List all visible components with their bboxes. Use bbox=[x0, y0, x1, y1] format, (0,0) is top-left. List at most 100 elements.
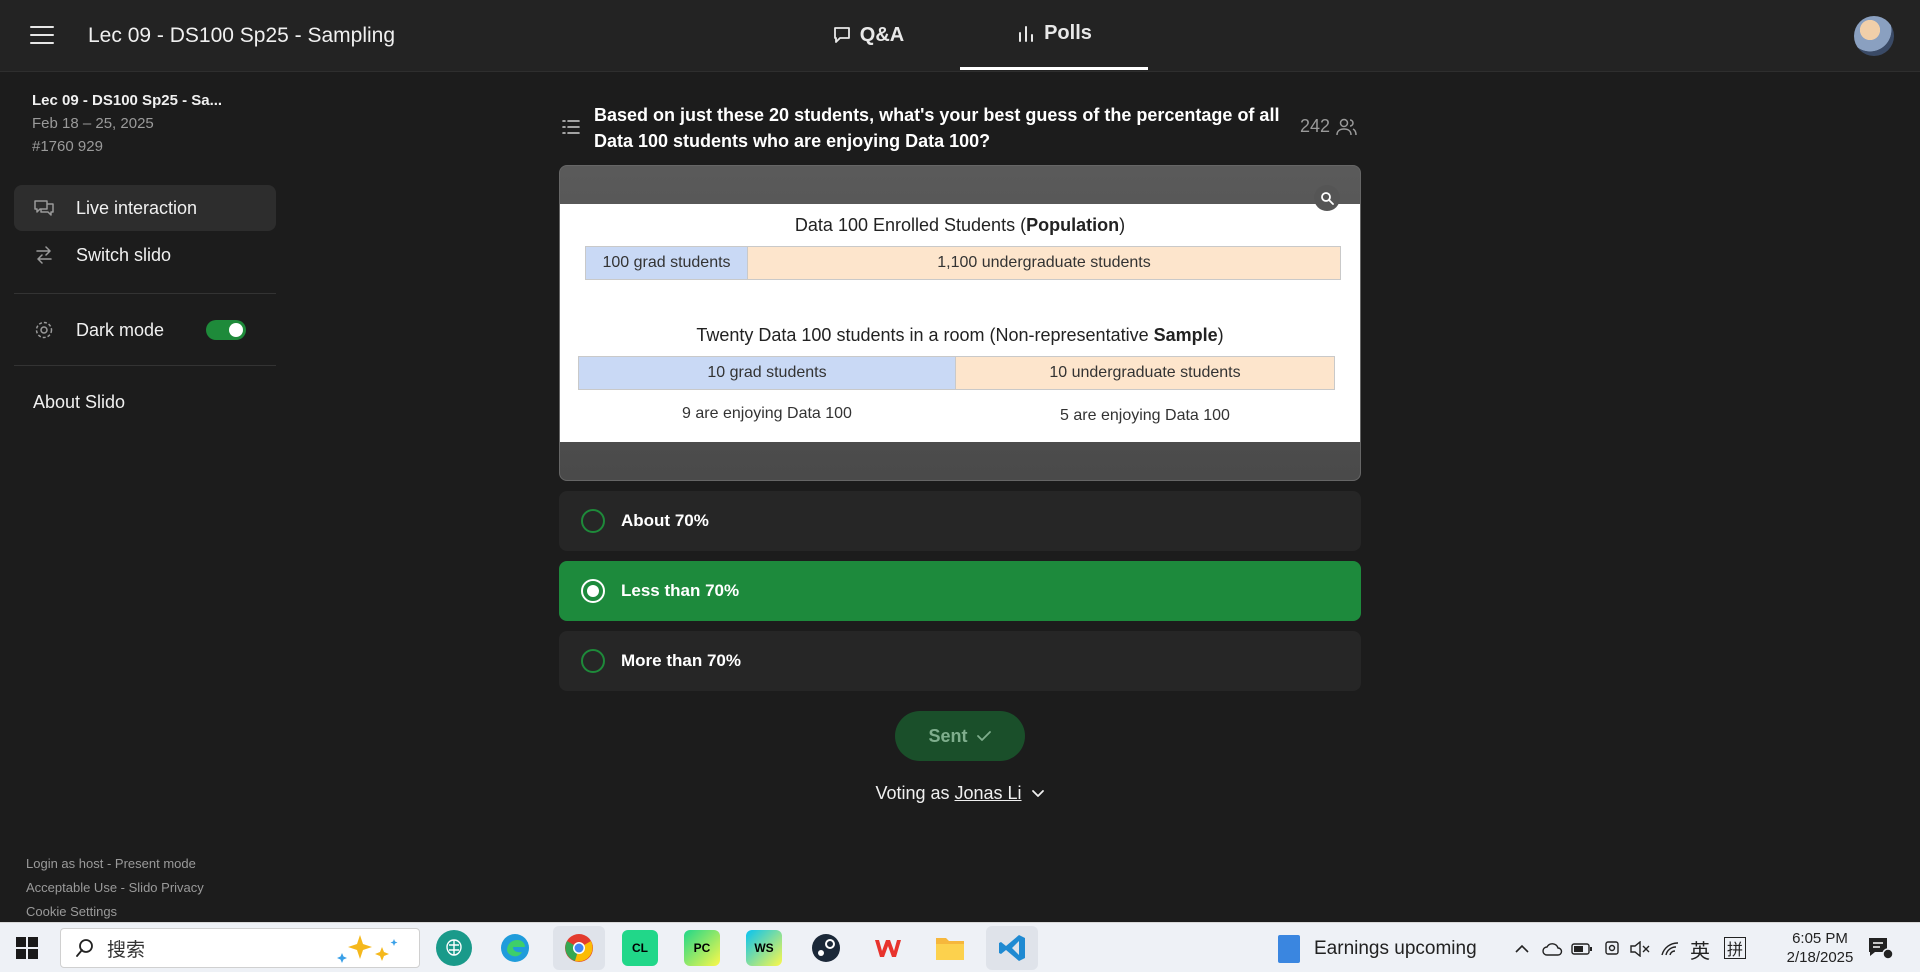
about-slido-link[interactable]: About Slido bbox=[33, 392, 125, 413]
divider bbox=[14, 293, 276, 294]
page-title: Lec 09 - DS100 Sp25 - Sampling bbox=[88, 24, 396, 47]
present-mode-link[interactable]: Present mode bbox=[115, 856, 196, 871]
brain-app-icon[interactable] bbox=[436, 930, 472, 966]
voting-as: Voting as Jonas Li bbox=[0, 783, 1920, 804]
bar-chart-icon bbox=[1019, 25, 1034, 42]
option-label: More than 70% bbox=[621, 651, 741, 670]
poll-question: Based on just these 20 students, what's … bbox=[594, 105, 1280, 151]
notification-icon[interactable] bbox=[1866, 935, 1894, 961]
steam-icon[interactable] bbox=[808, 930, 844, 966]
swap-arrows-icon bbox=[32, 243, 56, 267]
clock-date: 2/18/2025 bbox=[1786, 949, 1854, 966]
population-title: Data 100 Enrolled Students (Population) bbox=[560, 215, 1360, 236]
slido-privacy-link[interactable]: Slido Privacy bbox=[129, 880, 204, 895]
wifi-icon[interactable] bbox=[1658, 937, 1682, 961]
sent-button[interactable]: Sent bbox=[895, 711, 1025, 761]
search-icon bbox=[1321, 192, 1334, 205]
edge-icon[interactable] bbox=[497, 930, 533, 966]
speaker-muted-icon[interactable] bbox=[1628, 937, 1652, 961]
sent-label: Sent bbox=[928, 725, 968, 746]
file-explorer-icon[interactable] bbox=[932, 930, 968, 966]
menu-icon[interactable] bbox=[30, 26, 54, 46]
population-title-suffix: ) bbox=[1119, 215, 1126, 235]
population-grad-bar: 100 grad students bbox=[585, 246, 748, 280]
system-clock[interactable]: 6:05 PM 2/18/2025 bbox=[1760, 929, 1880, 967]
sample-undergrad-bar: 10 undergraduate students bbox=[955, 356, 1335, 390]
sample-title: Twenty Data 100 students in a room (Non-… bbox=[560, 325, 1360, 346]
chevron-down-icon[interactable] bbox=[1031, 789, 1045, 799]
event-dates: Feb 18 – 25, 2025 bbox=[32, 115, 154, 132]
chat-icon bbox=[32, 196, 56, 220]
tab-qa-label: Q&A bbox=[859, 23, 905, 46]
poll-option-more-than-70[interactable]: More than 70% bbox=[559, 631, 1361, 691]
voting-as-prefix: Voting as bbox=[875, 783, 955, 803]
chat-bubble-icon bbox=[833, 27, 850, 43]
voter-name-link[interactable]: Jonas Li bbox=[955, 783, 1022, 803]
windows-taskbar: 搜索 CL PC WS Earnings upcoming 英 拼 6:05 P… bbox=[0, 922, 1920, 972]
ime-mode-indicator[interactable]: 拼 bbox=[1724, 937, 1746, 959]
event-code: #1760 929 bbox=[32, 138, 103, 155]
windows-start-icon[interactable] bbox=[16, 937, 38, 959]
dark-mode-toggle[interactable] bbox=[206, 320, 246, 340]
sample-title-bold: Sample bbox=[1153, 325, 1218, 345]
grad-enjoying-text: 9 are enjoying Data 100 bbox=[682, 405, 852, 422]
clion-icon[interactable]: CL bbox=[622, 930, 658, 966]
footer-line-1: Login as host - Present mode bbox=[26, 856, 196, 871]
pycharm-icon[interactable]: PC bbox=[684, 930, 720, 966]
population-title-bold: Population bbox=[1026, 215, 1120, 235]
population-title-prefix: Data 100 Enrolled Students ( bbox=[794, 215, 1027, 235]
people-icon bbox=[1336, 118, 1357, 135]
webstorm-icon[interactable]: WS bbox=[746, 930, 782, 966]
news-text: Earnings upcoming bbox=[1314, 938, 1477, 959]
acceptable-use-link[interactable]: Acceptable Use bbox=[26, 880, 117, 895]
cloud-icon[interactable] bbox=[1540, 937, 1564, 961]
option-label: Less than 70% bbox=[621, 581, 740, 600]
news-widget[interactable]: Earnings upcoming bbox=[1278, 935, 1477, 963]
wps-icon[interactable] bbox=[870, 930, 906, 966]
webstorm-label: WS bbox=[754, 941, 774, 955]
top-bar: Lec 09 - DS100 Sp25 - Sampling Q&A Polls bbox=[0, 0, 1920, 72]
pycharm-label: PC bbox=[693, 941, 711, 955]
undergrad-enjoying-text: 5 are enjoying Data 100 bbox=[1060, 407, 1230, 424]
search-icon bbox=[76, 939, 93, 957]
chevron-up-icon[interactable] bbox=[1510, 937, 1534, 961]
battery-icon[interactable] bbox=[1570, 937, 1594, 961]
separator: - bbox=[117, 880, 129, 895]
vscode-icon[interactable] bbox=[986, 926, 1038, 970]
sample-title-prefix: Twenty Data 100 students in a room (Non-… bbox=[696, 325, 1154, 345]
chrome-icon[interactable] bbox=[553, 926, 605, 970]
footer-line-3: Cookie Settings bbox=[26, 904, 117, 919]
tab-polls-label: Polls bbox=[1044, 22, 1092, 44]
separator: - bbox=[103, 856, 115, 871]
copilot-sparkle-icon[interactable] bbox=[330, 931, 410, 965]
tab-polls[interactable]: Polls bbox=[960, 0, 1148, 70]
sidebar-item-dark-mode: Dark mode bbox=[14, 307, 194, 353]
sidebar-item-live-interaction[interactable]: Live interaction bbox=[14, 185, 276, 231]
clock-time: 6:05 PM bbox=[1792, 930, 1848, 947]
sidebar-item-label: Switch slido bbox=[76, 244, 172, 265]
login-as-host-link[interactable]: Login as host bbox=[26, 856, 103, 871]
avatar[interactable] bbox=[1854, 16, 1894, 56]
radio-button[interactable] bbox=[581, 649, 605, 673]
taskbar-search-placeholder: 搜索 bbox=[107, 939, 146, 961]
camera-icon[interactable] bbox=[1600, 937, 1624, 961]
poll-option-less-than-70[interactable]: Less than 70% bbox=[559, 561, 1361, 621]
poll-option-about-70[interactable]: About 70% bbox=[559, 491, 1361, 551]
cookie-settings-link[interactable]: Cookie Settings bbox=[26, 904, 117, 919]
event-name: Lec 09 - DS100 Sp25 - Sa... bbox=[32, 92, 223, 109]
ime-language-indicator[interactable]: 英 bbox=[1688, 937, 1712, 963]
radio-button[interactable] bbox=[581, 579, 605, 603]
tab-qa[interactable]: Q&A bbox=[800, 0, 936, 70]
option-label: About 70% bbox=[621, 511, 709, 530]
footer-line-2: Acceptable Use - Slido Privacy bbox=[26, 880, 204, 895]
radio-button[interactable] bbox=[581, 509, 605, 533]
voter-count-value: 242 bbox=[1300, 116, 1331, 136]
sample-grad-bar: 10 grad students bbox=[578, 356, 956, 390]
checkmark-icon bbox=[976, 731, 991, 741]
sidebar-item-switch-slido[interactable]: Switch slido bbox=[14, 232, 276, 278]
voter-count: 242 bbox=[1300, 116, 1358, 137]
gear-icon bbox=[32, 318, 56, 342]
sidebar-item-label: Live interaction bbox=[76, 197, 198, 218]
zoom-image-button[interactable] bbox=[1314, 185, 1340, 211]
sidebar-item-label: Dark mode bbox=[76, 319, 165, 340]
